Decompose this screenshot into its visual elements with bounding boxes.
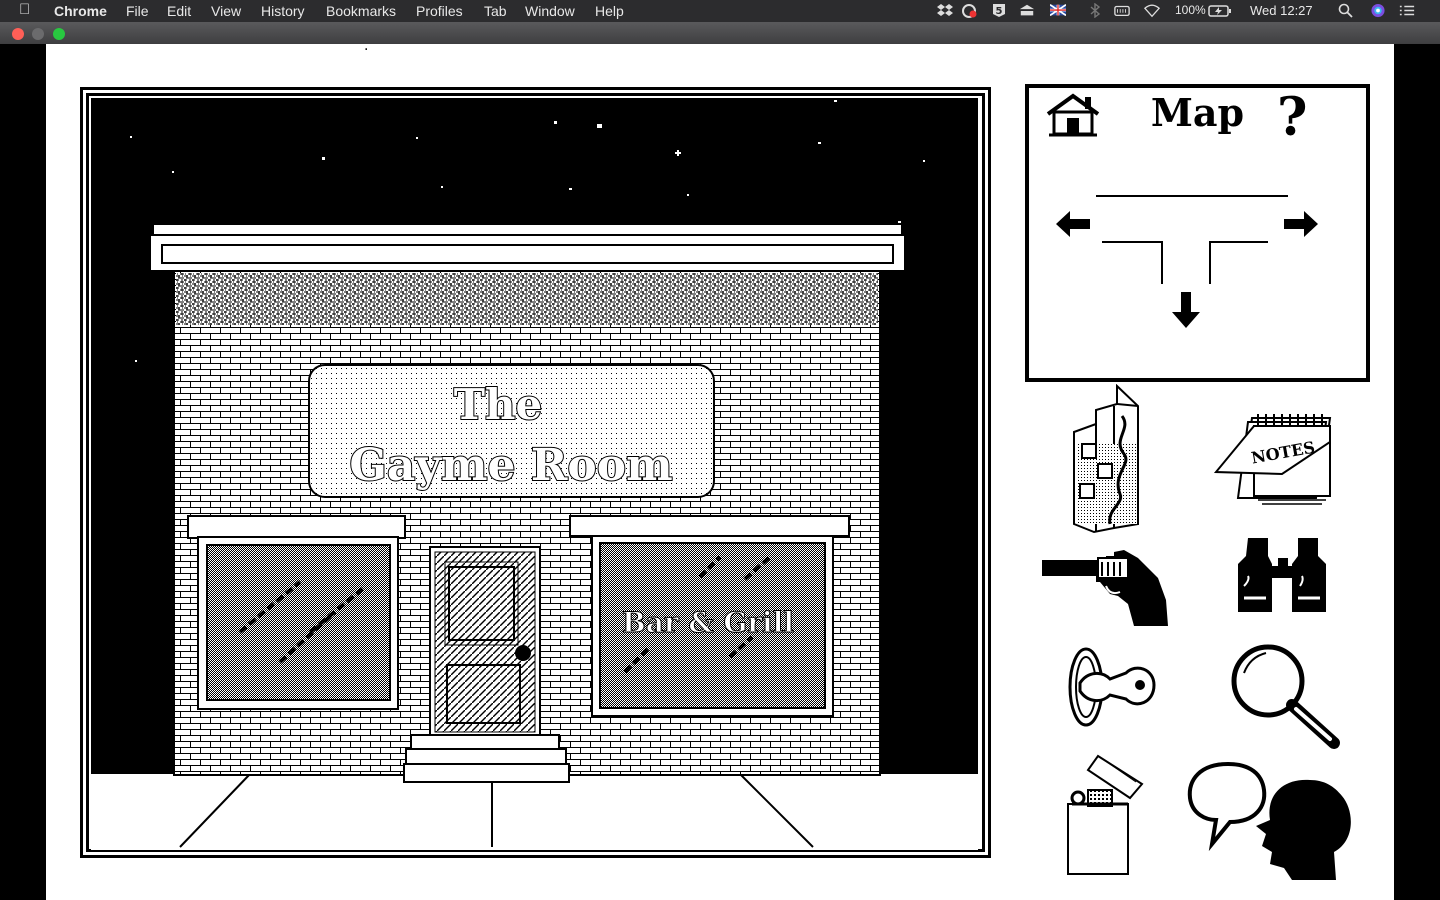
display-icon[interactable] [1019, 3, 1035, 18]
down-arrow-icon[interactable] [1170, 290, 1202, 330]
bluetooth-icon[interactable] [1087, 3, 1103, 18]
page-text-fragment: . [364, 38, 369, 54]
map-icon[interactable] [1072, 384, 1144, 534]
map-panel: Map ? [1025, 84, 1370, 382]
notes-icon[interactable]: NOTES [1212, 412, 1334, 506]
keyboard-icon[interactable] [1114, 3, 1130, 18]
svg-text:5: 5 [996, 6, 1003, 17]
uk-flag-icon[interactable] [1050, 3, 1066, 18]
s-app-icon[interactable]: 5 [991, 3, 1007, 18]
window-title-strip [0, 22, 1440, 44]
menu-file[interactable]: File [126, 3, 149, 19]
menu-profiles[interactable]: Profiles [416, 3, 463, 19]
storefront-scene: The Gayme Room Bar & Grill [80, 87, 991, 858]
menu-tab[interactable]: Tab [484, 3, 507, 19]
menu-app-name[interactable]: Chrome [54, 3, 107, 19]
battery-icon[interactable] [1208, 3, 1232, 18]
clock[interactable]: Wed 12:27 [1250, 3, 1313, 18]
siri-icon[interactable] [1370, 3, 1386, 18]
apple-icon[interactable]:  [19, 1, 30, 18]
spotlight-search-icon[interactable] [1338, 3, 1354, 18]
menu-window[interactable]: Window [525, 3, 575, 19]
menu-bar:  Chrome File Edit View History Bookmark… [0, 0, 1440, 22]
menu-bookmarks[interactable]: Bookmarks [326, 3, 396, 19]
window-sign-text: Bar & Grill [622, 606, 794, 639]
sign-text-line2: Gayme Room [349, 440, 672, 491]
zoom-window-button[interactable] [53, 28, 65, 40]
scene-view[interactable]: The Gayme Room Bar & Grill [80, 87, 991, 858]
creative-cloud-icon[interactable] [961, 3, 977, 18]
sign-text-line1: The [454, 380, 543, 429]
battery-percent: 100% [1175, 3, 1206, 17]
minimize-window-button[interactable] [32, 28, 44, 40]
binoculars-icon[interactable] [1238, 536, 1332, 616]
menu-view[interactable]: View [211, 3, 241, 19]
magnifier-icon[interactable] [1230, 643, 1342, 751]
notification-center-icon[interactable] [1399, 3, 1415, 18]
revolver-icon[interactable] [1040, 548, 1172, 630]
talk-icon[interactable] [1186, 760, 1356, 884]
menu-edit[interactable]: Edit [167, 3, 191, 19]
menu-help[interactable]: Help [595, 3, 624, 19]
menu-history[interactable]: History [261, 3, 305, 19]
dropbox-icon[interactable] [937, 3, 953, 18]
left-arrow-icon[interactable] [1054, 209, 1092, 239]
wifi-icon[interactable] [1144, 3, 1160, 18]
close-window-button[interactable] [12, 28, 24, 40]
lighter-icon[interactable] [1066, 754, 1146, 878]
right-arrow-icon[interactable] [1282, 209, 1320, 239]
key-icon[interactable] [1066, 645, 1156, 731]
